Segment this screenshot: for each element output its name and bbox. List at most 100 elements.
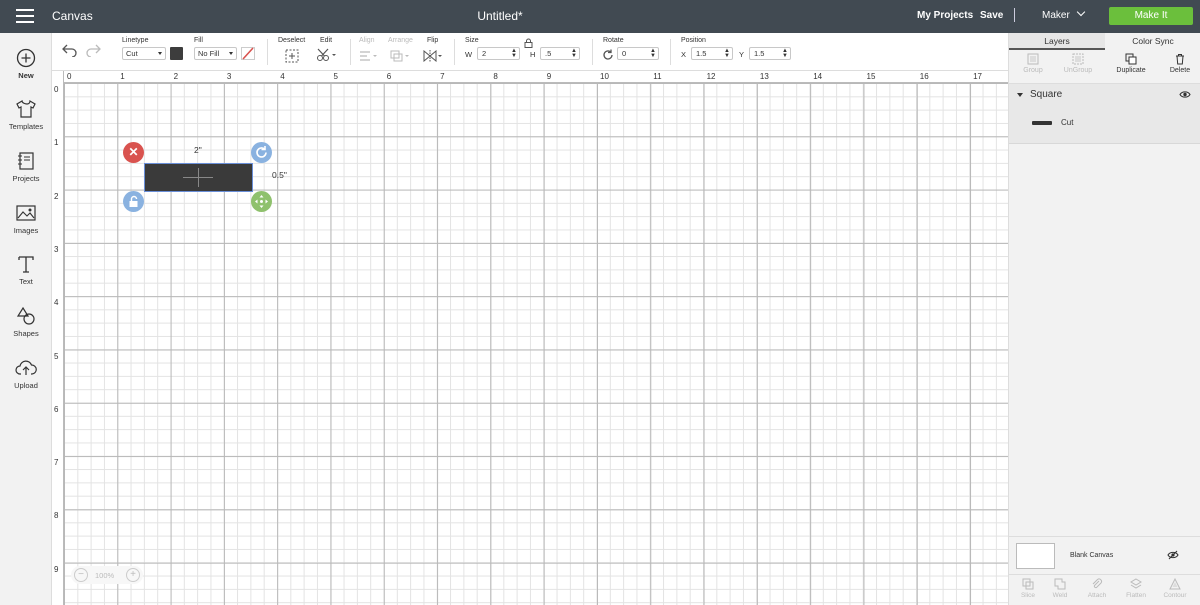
undo-icon[interactable] [62,43,78,57]
close-icon: ✕ [128,145,139,159]
ruler-x-label: 12 [706,72,716,81]
width-input[interactable]: 2 ▲ ▼ [477,47,520,60]
machine-select[interactable]: Maker [1042,7,1086,21]
sidebar-item-images[interactable]: Images [0,202,52,235]
cloud-upload-icon [15,360,37,375]
sidebar-item-label: Images [13,226,39,235]
rotate-handle[interactable] [251,142,272,163]
trash-icon [1176,54,1184,65]
ruler-x-label: 15 [866,72,876,81]
shapes-icon [16,306,35,325]
ruler-y-label: 7 [54,458,59,468]
rotate-icon [256,146,267,158]
weld-label: Weld [1052,592,1068,599]
sidebar-item-projects[interactable]: Projects [0,150,52,183]
eye-hidden-icon[interactable] [1167,550,1179,560]
sidebar-item-upload[interactable]: Upload [0,357,52,390]
stepper-icon[interactable]: ▲ ▼ [511,48,517,59]
design-canvas[interactable]: 0 1 2 3 4 5 6 7 8 9 10 11 12 13 14 15 16 17 0123456789 2"… [52,71,1008,605]
sidebar-item-label: Templates [8,122,44,131]
make-it-button[interactable]: Make It [1109,7,1193,25]
position-y-input[interactable]: 1.5 ▲ ▼ [749,47,791,60]
height-axis-label: H [530,50,536,59]
ruler-x-label: 10 [600,72,609,81]
contour-button[interactable]: Contour [1156,578,1194,599]
ruler-x-label: 9 [546,72,552,81]
linetype-select[interactable]: Cut [122,47,166,60]
duplicate-button[interactable]: Duplicate [1107,53,1155,74]
stepper-icon[interactable]: ▲ ▼ [724,48,730,59]
plus-circle-icon [16,48,36,68]
duplicate-icon [1125,53,1137,65]
sidebar-item-text[interactable]: Text [0,253,52,286]
blank-canvas-thumbnail[interactable] [1016,543,1055,569]
layer-tools: Group UnGroup Duplicate Delete [1009,50,1200,84]
toolbar-divider [670,39,671,65]
attach-button[interactable]: Attach [1078,578,1116,599]
caret-down-icon[interactable] [1017,93,1023,97]
scale-handle[interactable] [251,191,272,212]
blank-canvas-label: Blank Canvas [1070,552,1114,559]
sidebar-item-templates[interactable]: Templates [0,98,52,131]
zoom-in-button[interactable]: + [126,568,140,582]
flatten-button[interactable]: Flatten [1117,578,1155,599]
fill-select[interactable]: No Fill [194,47,237,60]
lock-icon[interactable] [524,38,533,48]
arrange-icon[interactable] [390,50,412,62]
layer-item-cut[interactable]: Cut [1009,106,1200,144]
redo-icon[interactable] [85,43,101,57]
move-arrows-icon [255,195,268,208]
tab-layers[interactable]: Layers [1009,33,1105,50]
delete-handle[interactable]: ✕ [123,142,144,163]
sidebar-item-new[interactable]: New [0,47,52,80]
lock-proportions-handle[interactable] [123,191,144,212]
align-group: Align [359,37,375,48]
weld-button[interactable]: Weld [1041,578,1079,599]
ungroup-button[interactable]: UnGroup [1054,53,1102,74]
flip-icon[interactable] [423,50,445,62]
ruler-x-label: 6 [386,72,392,81]
stepper-icon[interactable]: ▲ ▼ [650,48,656,59]
zoom-out-button[interactable]: − [74,568,88,582]
ruler-x-label: 14 [813,72,823,81]
notebook-icon [18,152,34,170]
stepper-icon[interactable]: ▲ ▼ [571,48,577,59]
ungroup-icon [1072,53,1084,65]
tab-color-sync[interactable]: Color Sync [1105,33,1200,50]
sidebar-item-label: New [18,71,34,80]
group-button[interactable]: Group [1009,53,1057,74]
blank-canvas-row[interactable]: Blank Canvas [1009,536,1200,574]
linetype-color-swatch[interactable] [170,47,183,60]
cut-line-swatch [1032,121,1052,125]
document-title[interactable]: Untitled* [0,9,1000,23]
ruler-x-label: 8 [493,72,498,81]
save-link[interactable]: Save [980,10,1003,21]
height-input[interactable]: .5 ▲ ▼ [540,47,580,60]
ruler-y-label: 9 [54,564,59,574]
dropdown-arrow-icon [158,52,162,55]
contour-icon [1169,578,1181,590]
square-shape[interactable] [144,163,253,192]
position-x-input[interactable]: 1.5 ▲ ▼ [691,47,733,60]
no-fill-icon[interactable] [241,47,255,60]
zoom-control: − 100% + [71,566,143,584]
layer-group-square[interactable]: Square [1009,84,1200,106]
ungroup-label: UnGroup [1063,67,1093,74]
left-sidebar: New Templates Projects Images Text Shape… [0,33,52,605]
scissors-icon[interactable] [316,48,338,62]
canvas-grid[interactable] [64,83,1008,605]
width-dimension-label: 2" [194,145,202,155]
rotate-input[interactable]: 0 ▲ ▼ [617,47,659,60]
group-icon [1027,53,1039,65]
eye-icon[interactable] [1179,90,1191,99]
sidebar-item-label: Projects [12,174,40,183]
ruler-y-label: 5 [54,351,59,361]
sidebar-item-shapes[interactable]: Shapes [0,305,52,338]
delete-button[interactable]: Delete [1156,53,1200,74]
my-projects-link[interactable]: My Projects [917,10,973,21]
deselect-icon[interactable] [285,49,299,63]
slice-icon [1022,578,1034,590]
stepper-icon[interactable]: ▲ ▼ [782,48,788,59]
align-icon[interactable] [359,51,379,61]
contour-label: Contour [1163,592,1187,599]
